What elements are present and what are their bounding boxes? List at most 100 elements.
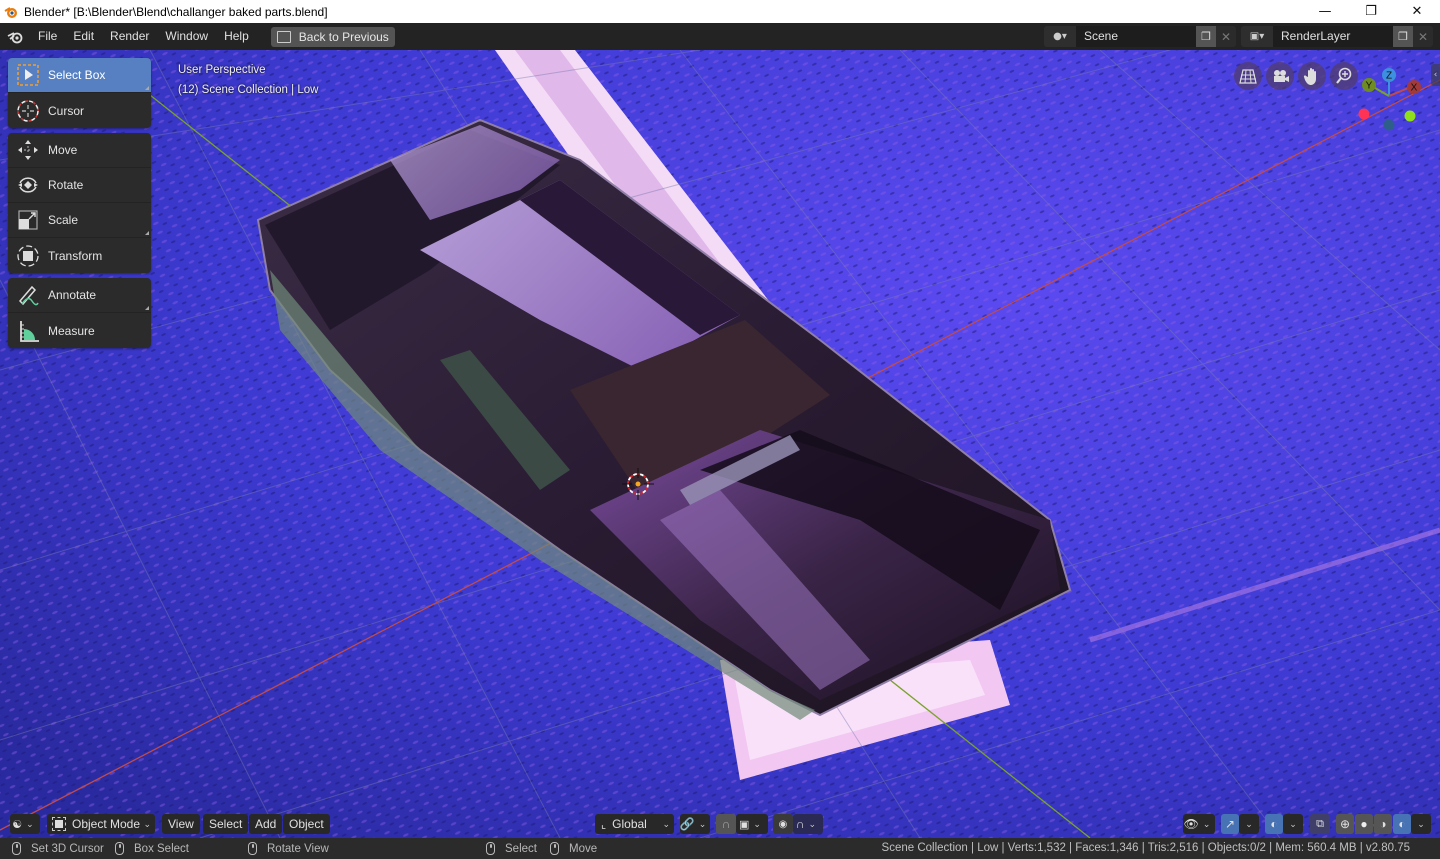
transform-icon — [16, 244, 40, 268]
scene-icon[interactable]: ●▾ — [1044, 26, 1076, 47]
shading-rendered[interactable]: ◐ — [1393, 814, 1411, 834]
tool-label: Transform — [48, 248, 103, 263]
gizmo-options[interactable]: ⌄ — [1239, 814, 1259, 834]
snap-target-selector[interactable]: ▣ ⌄ — [736, 814, 768, 834]
viewport-scene — [0, 50, 1440, 838]
gizmo-toggle[interactable]: ↗ — [1221, 814, 1239, 834]
tool-group-select: Select Box Cursor — [8, 58, 151, 128]
scene-name-field[interactable]: Scene — [1076, 26, 1196, 47]
hint-rotate-view: Rotate View — [248, 838, 329, 859]
gizmo-z-label: Z — [1386, 71, 1392, 82]
hint-label: Move — [569, 842, 598, 855]
visibility-selector[interactable]: 👁 ⌄ — [1183, 814, 1215, 834]
menu-object[interactable]: Object — [283, 814, 330, 834]
proportional-edit-icon: ◉ — [778, 818, 788, 830]
sidebar-collapse-tab[interactable]: ‹ — [1431, 64, 1440, 86]
rendered-shading-icon: ◐ — [1398, 817, 1406, 831]
delete-render-layer-button[interactable]: ✕ — [1413, 26, 1433, 47]
tool-measure[interactable]: Measure — [8, 313, 151, 348]
hint-move: Move — [550, 838, 597, 859]
menu-help[interactable]: Help — [216, 23, 257, 50]
falloff-curve-icon: ∩ — [795, 817, 805, 831]
menu-view[interactable]: View — [162, 814, 200, 834]
orientation-selector[interactable]: ⌞ Global ⌄ — [595, 814, 674, 834]
visibility-eye-icon: 👁 — [1183, 817, 1199, 831]
window-titlebar: Blender* [B:\Blender\Blend\challanger ba… — [0, 0, 1440, 23]
render-layer-name-field[interactable]: RenderLayer — [1273, 26, 1393, 47]
chevron-down-icon: ⌄ — [1289, 818, 1297, 829]
minimize-button[interactable]: — — [1302, 0, 1348, 23]
menu-add[interactable]: Add — [249, 814, 283, 834]
menu-window[interactable]: Window — [157, 23, 216, 50]
submenu-indicator — [145, 86, 149, 90]
delete-scene-button[interactable]: ✕ — [1216, 26, 1236, 47]
move-icon — [16, 138, 40, 162]
shading-wireframe[interactable]: ⊕ — [1336, 814, 1354, 834]
new-render-layer-button[interactable]: ❐ — [1393, 26, 1413, 47]
falloff-selector[interactable]: ∩ ⌄ — [793, 814, 823, 834]
measure-icon — [16, 319, 40, 343]
toggle-camera-ortho-icon[interactable] — [1234, 62, 1262, 90]
scale-icon — [16, 208, 40, 232]
scene-selector: ●▾ Scene ❐ ✕ — [1044, 26, 1236, 47]
maximize-button[interactable]: ❐ — [1348, 0, 1394, 23]
render-layer-icon[interactable]: ▣▾ — [1241, 26, 1273, 47]
shading-options[interactable]: ⌄ — [1411, 814, 1431, 834]
mode-selector[interactable]: Object Mode ⌄ — [47, 814, 155, 834]
chevron-down-icon: ⌄ — [1245, 818, 1253, 829]
mode-label: Object Mode — [72, 817, 141, 831]
chevron-down-icon: ⌄ — [1202, 818, 1211, 829]
hint-label: Box Select — [134, 842, 189, 855]
camera-icon[interactable] — [1266, 62, 1294, 90]
menu-edit[interactable]: Edit — [65, 23, 102, 50]
tool-select-box[interactable]: Select Box — [8, 58, 151, 93]
overlay-options[interactable]: ⌄ — [1283, 814, 1303, 834]
mouse-left-icon — [12, 842, 21, 855]
submenu-indicator — [145, 306, 149, 310]
mouse-drag-icon — [115, 842, 124, 855]
mouse-left-icon — [486, 842, 495, 855]
gizmo-x-label: X — [1411, 83, 1418, 94]
shading-solid[interactable]: ● — [1355, 814, 1373, 834]
menu-file[interactable]: File — [30, 23, 65, 50]
axis-gizmo[interactable]: Z Y X — [1354, 66, 1424, 136]
pivot-point-selector[interactable]: 🔗 ⌄ — [680, 814, 710, 834]
pan-hand-icon[interactable] — [1298, 62, 1326, 90]
back-arrow-icon — [276, 30, 291, 43]
chevron-down-icon: ⌄ — [662, 818, 670, 829]
menu-render[interactable]: Render — [102, 23, 157, 50]
tool-annotate[interactable]: Annotate — [8, 278, 151, 313]
hint-select: Select — [486, 838, 537, 859]
blender-menu-icon[interactable] — [0, 23, 30, 50]
tool-scale[interactable]: Scale — [8, 203, 151, 238]
xray-toggle[interactable]: ⧉ — [1310, 814, 1330, 834]
tool-transform[interactable]: Transform — [8, 238, 151, 273]
tool-label: Annotate — [48, 288, 97, 302]
annotate-icon — [16, 283, 40, 307]
proportional-edit-toggle[interactable]: ◉ — [773, 814, 793, 834]
tool-rotate[interactable]: Rotate — [8, 168, 151, 203]
gizmo-y-label: Y — [1366, 81, 1373, 92]
editor-type-selector[interactable]: ☯ ⌄ — [10, 814, 40, 834]
status-bar: Set 3D Cursor Box Select Rotate View Sel… — [0, 838, 1440, 859]
tool-cursor[interactable]: Cursor — [8, 93, 151, 128]
scene-statistics: Scene Collection | Low | Verts:1,532 | F… — [881, 842, 1410, 854]
shading-material[interactable]: ◑ — [1374, 814, 1392, 834]
view-name: User Perspective — [178, 64, 266, 76]
blender-logo-icon — [4, 5, 18, 19]
gizmo-neg-x — [1358, 108, 1370, 120]
menu-select[interactable]: Select — [203, 814, 249, 834]
tool-move[interactable]: Move — [8, 133, 151, 168]
3d-viewport[interactable]: Select Box Cursor Move Rotate Scale Tran… — [0, 50, 1440, 838]
close-button[interactable]: ✕ — [1394, 0, 1440, 23]
back-to-previous-button[interactable]: Back to Previous — [270, 26, 395, 47]
tool-group-annotate: Annotate Measure — [8, 278, 151, 348]
overlay-toggle[interactable]: ◐ — [1265, 814, 1283, 834]
tool-label: Measure — [48, 323, 95, 338]
window-title: Blender* [B:\Blender\Blend\challanger ba… — [24, 4, 328, 19]
viewport-header: ☯ ⌄ Object Mode ⌄ View Select Add Object … — [0, 810, 1440, 838]
hint-label: Select — [505, 842, 537, 855]
top-menu-bar: File Edit Render Window Help Back to Pre… — [0, 23, 1440, 50]
new-scene-button[interactable]: ❐ — [1196, 26, 1216, 47]
snap-toggle[interactable]: ∩ — [716, 814, 736, 834]
